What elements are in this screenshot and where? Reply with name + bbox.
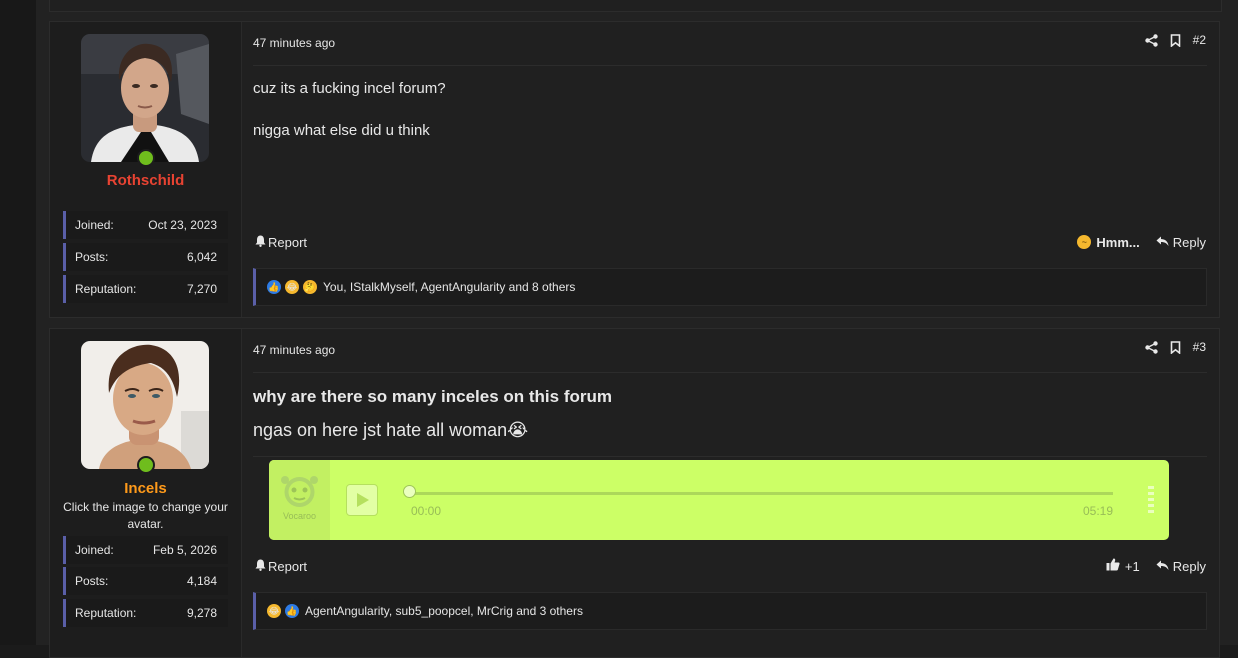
report-button[interactable]: Report xyxy=(255,559,307,574)
reactions-bar[interactable]: 👍 😂 🤔 You, IStalkMyself, AgentAngularity… xyxy=(253,268,1207,306)
reaction-icons: 👍 😂 🤔 xyxy=(267,280,317,294)
stat-value: 4,184 xyxy=(186,574,217,588)
post-body: why are there so many inceles on this fo… xyxy=(253,387,1207,440)
seek-handle[interactable] xyxy=(403,485,416,498)
reactions-text[interactable]: You, IStalkMyself, AgentAngularity and 8… xyxy=(323,280,575,294)
post-user-panel: Incels Click the image to change your av… xyxy=(50,329,242,657)
post-header-actions: #3 xyxy=(1144,340,1206,354)
share-icon[interactable] xyxy=(1144,340,1158,354)
reply-button[interactable]: Reply xyxy=(1156,235,1206,250)
stat-label: Joined: xyxy=(75,218,114,232)
stat-value: Feb 5, 2026 xyxy=(152,543,217,557)
duration: 05:19 xyxy=(1082,504,1113,518)
online-status-icon xyxy=(137,149,155,167)
like-icon: 👍 xyxy=(285,604,299,618)
vocaroo-player[interactable]: Vocaroo 00:00 05:19 xyxy=(269,460,1169,540)
stat-label: Joined: xyxy=(75,543,114,557)
share-icon[interactable] xyxy=(1144,33,1158,47)
vocaroo-logo-icon xyxy=(281,476,318,507)
like-count: +1 xyxy=(1124,558,1140,574)
bell-icon xyxy=(255,235,266,250)
post-line: ngas on here jst hate all woman😭 xyxy=(253,420,529,440)
stat-value: 9,278 xyxy=(186,606,217,620)
stat-joined: Joined: Oct 23, 2023 xyxy=(63,211,228,239)
post-body: cuz its a fucking incel forum? nigga wha… xyxy=(253,79,1207,141)
stat-label: Posts: xyxy=(75,250,109,264)
divider xyxy=(253,456,1207,457)
stat-value: Oct 23, 2023 xyxy=(148,218,217,232)
reply-button[interactable]: Reply xyxy=(1156,559,1206,574)
username[interactable]: Incels xyxy=(50,480,241,497)
username[interactable]: Rothschild xyxy=(50,172,241,189)
user-reaction-button[interactable]: ~ Hmm... xyxy=(1077,234,1140,250)
footer-actions: ~ Hmm... Reply xyxy=(1077,235,1206,250)
thinking-face-icon: 🤔 xyxy=(303,280,317,294)
like-button[interactable]: +1 xyxy=(1106,558,1140,574)
post-footer: Report +1 Reply xyxy=(255,556,1206,576)
report-label: Report xyxy=(268,234,308,250)
reaction-icons: 😂 👍 xyxy=(267,604,299,618)
reply-arrow-icon xyxy=(1156,559,1169,574)
post-user-panel: Rothschild Joined: Oct 23, 2023 Posts: 6… xyxy=(50,22,242,317)
reply-arrow-icon xyxy=(1156,235,1169,250)
laugh-icon: 😂 xyxy=(267,604,281,618)
stat-value: 7,270 xyxy=(186,282,217,296)
thumbs-up-icon xyxy=(1106,558,1120,574)
reactions-text[interactable]: AgentAngularity, sub5_poopcel, MrCrig an… xyxy=(305,604,583,618)
report-button[interactable]: Report xyxy=(255,235,307,250)
post-header: 47 minutes ago #2 xyxy=(253,22,1207,66)
stat-posts: Posts: 4,184 xyxy=(63,567,228,595)
post-main: 47 minutes ago #3 why are there so many … xyxy=(242,329,1219,657)
seek-bar[interactable] xyxy=(409,492,1113,495)
vocaroo-logo: Vocaroo xyxy=(269,460,330,540)
stat-label: Reputation: xyxy=(75,606,137,620)
stat-posts: Posts: 6,042 xyxy=(63,243,228,271)
bookmark-icon[interactable] xyxy=(1170,340,1181,354)
bookmark-icon[interactable] xyxy=(1170,33,1181,47)
post-header-actions: #2 xyxy=(1144,33,1206,47)
reply-label: Reply xyxy=(1172,558,1206,574)
post: Rothschild Joined: Oct 23, 2023 Posts: 6… xyxy=(49,21,1220,318)
stat-joined: Joined: Feb 5, 2026 xyxy=(63,536,228,564)
user-reaction-label: Hmm... xyxy=(1096,234,1140,250)
thinking-face-icon: ~ xyxy=(1077,235,1092,249)
volume-grip-icon[interactable] xyxy=(1148,486,1154,516)
vocaroo-logo-text: Vocaroo xyxy=(282,511,317,521)
avatar[interactable] xyxy=(81,34,209,162)
post-line: nigga what else did u think xyxy=(253,122,430,139)
report-label: Report xyxy=(268,558,308,574)
post-date[interactable]: 47 minutes ago xyxy=(253,36,335,50)
play-icon xyxy=(357,493,369,507)
like-icon: 👍 xyxy=(267,280,281,294)
post: Incels Click the image to change your av… xyxy=(49,328,1220,658)
post-footer: Report ~ Hmm... Reply xyxy=(255,232,1206,252)
post-main: 47 minutes ago #2 cuz its a fucking ince… xyxy=(242,22,1219,317)
left-rail xyxy=(0,0,36,645)
post-date[interactable]: 47 minutes ago xyxy=(253,343,335,357)
stat-label: Posts: xyxy=(75,574,109,588)
bell-icon xyxy=(255,559,266,574)
previous-post-fragment xyxy=(49,0,1222,12)
online-status-icon xyxy=(137,456,155,474)
post-line: cuz its a fucking incel forum? xyxy=(253,80,446,97)
reply-label: Reply xyxy=(1172,234,1206,250)
reactions-bar[interactable]: 😂 👍 AgentAngularity, sub5_poopcel, MrCri… xyxy=(253,592,1207,630)
post-number[interactable]: #3 xyxy=(1193,340,1206,354)
stat-value: 6,042 xyxy=(186,250,217,264)
stat-reputation: Reputation: 9,278 xyxy=(63,599,228,627)
post-header: 47 minutes ago #3 xyxy=(253,329,1207,373)
current-time: 00:00 xyxy=(411,504,442,518)
post-title: why are there so many inceles on this fo… xyxy=(253,387,612,406)
avatar[interactable] xyxy=(81,341,209,469)
laugh-icon: 😂 xyxy=(285,280,299,294)
stat-reputation: Reputation: 7,270 xyxy=(63,275,228,303)
stat-label: Reputation: xyxy=(75,282,137,296)
post-number[interactable]: #2 xyxy=(1193,33,1206,47)
avatar-hint: Click the image to change your avatar. xyxy=(63,500,228,531)
play-button[interactable] xyxy=(346,484,378,516)
footer-actions: +1 Reply xyxy=(1106,558,1206,574)
